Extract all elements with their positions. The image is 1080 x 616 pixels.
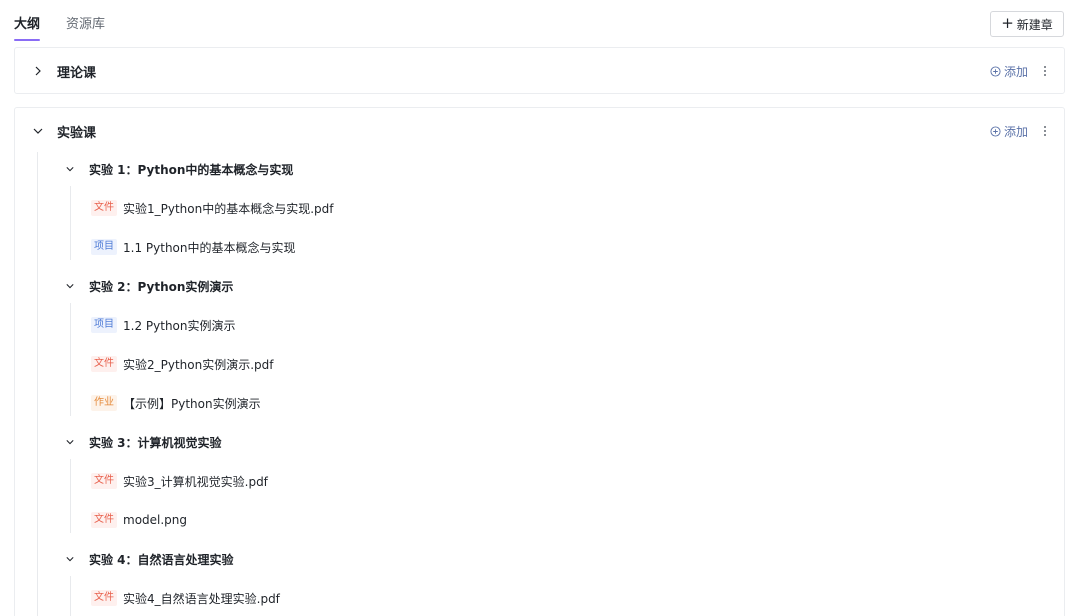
chevron-down-icon[interactable]	[63, 162, 77, 176]
homework-tag: 作业	[91, 395, 117, 411]
item-name: 实验2_Python实例演示.pdf	[123, 357, 274, 372]
chapter-title: 实验课	[57, 125, 97, 141]
chevron-right-icon[interactable]	[31, 64, 45, 78]
item-name: 实验1_Python中的基本概念与实现.pdf	[123, 201, 334, 216]
plus-circle-icon	[990, 65, 1001, 77]
section-row[interactable]: 实验 1：Python中的基本概念与实现	[63, 159, 293, 179]
section-title: 实验 4：自然语言处理实验	[89, 552, 234, 567]
tree-guide-line	[70, 576, 71, 616]
chapter-header: 实验课 添加	[15, 108, 1064, 154]
section-title: 实验 3：计算机视觉实验	[89, 435, 222, 450]
chevron-down-icon[interactable]	[63, 435, 77, 449]
more-options-icon[interactable]	[1040, 64, 1050, 78]
list-item[interactable]: 项目 1.2 Python实例演示	[91, 315, 236, 335]
tree-guide-line	[70, 303, 71, 416]
section-title: 实验 2：Python实例演示	[89, 279, 234, 294]
item-name: 实验4_自然语言处理实验.pdf	[123, 591, 280, 606]
chapter-card-lab: 实验课 添加 实验 1：Python中的基本概念与实现 文件 实验1_Pytho…	[14, 107, 1065, 616]
chapter-card-theory: 理论课 添加	[14, 47, 1065, 94]
list-item[interactable]: 文件 model.png	[91, 510, 187, 530]
outline-tabs: 大纲 资源库	[14, 0, 105, 44]
list-item[interactable]: 文件 实验3_计算机视觉实验.pdf	[91, 471, 268, 491]
file-tag: 文件	[91, 473, 117, 489]
new-chapter-button[interactable]: + 新建章	[990, 11, 1064, 37]
item-name: 1.2 Python实例演示	[123, 318, 236, 333]
plus-circle-icon	[990, 125, 1001, 137]
list-item[interactable]: 项目 1.1 Python中的基本概念与实现	[91, 237, 296, 257]
file-tag: 文件	[91, 512, 117, 528]
tree-guide-line	[37, 152, 38, 616]
project-tag: 项目	[91, 239, 117, 255]
list-item[interactable]: 文件 实验1_Python中的基本概念与实现.pdf	[91, 198, 334, 218]
section-title: 实验 1：Python中的基本概念与实现	[89, 162, 294, 177]
item-name: 实验3_计算机视觉实验.pdf	[123, 474, 268, 489]
section-row[interactable]: 实验 4：自然语言处理实验	[63, 549, 234, 569]
chevron-down-icon[interactable]	[31, 124, 45, 138]
chapter-header: 理论课 添加	[15, 48, 1064, 94]
item-name: 【示例】Python实例演示	[123, 396, 261, 411]
new-chapter-label: 新建章	[1016, 17, 1053, 32]
add-button[interactable]: 添加	[990, 63, 1028, 80]
list-item[interactable]: 作业 【示例】Python实例演示	[91, 393, 261, 413]
list-item[interactable]: 文件 实验4_自然语言处理实验.pdf	[91, 588, 280, 608]
chevron-down-icon[interactable]	[63, 552, 77, 566]
chapter-actions: 添加	[990, 123, 1050, 140]
project-tag: 项目	[91, 317, 117, 333]
section-row[interactable]: 实验 3：计算机视觉实验	[63, 432, 222, 452]
file-tag: 文件	[91, 590, 117, 606]
tree-guide-line	[70, 186, 71, 260]
file-tag: 文件	[91, 356, 117, 372]
tab-resource-library[interactable]: 资源库	[66, 0, 105, 44]
chapter-title: 理论课	[57, 65, 97, 81]
section-row[interactable]: 实验 2：Python实例演示	[63, 276, 233, 296]
tree-guide-line	[70, 459, 71, 533]
item-name: model.png	[123, 513, 188, 527]
chapter-actions: 添加	[990, 63, 1050, 80]
add-label: 添加	[1003, 64, 1028, 79]
add-button[interactable]: 添加	[990, 123, 1028, 140]
file-tag: 文件	[91, 200, 117, 216]
list-item[interactable]: 文件 实验2_Python实例演示.pdf	[91, 354, 274, 374]
tab-outline[interactable]: 大纲	[14, 0, 41, 44]
chevron-down-icon[interactable]	[63, 279, 77, 293]
more-options-icon[interactable]	[1040, 124, 1050, 138]
item-name: 1.1 Python中的基本概念与实现	[123, 240, 296, 255]
plus-icon: +	[1001, 14, 1014, 32]
add-label: 添加	[1003, 124, 1028, 139]
